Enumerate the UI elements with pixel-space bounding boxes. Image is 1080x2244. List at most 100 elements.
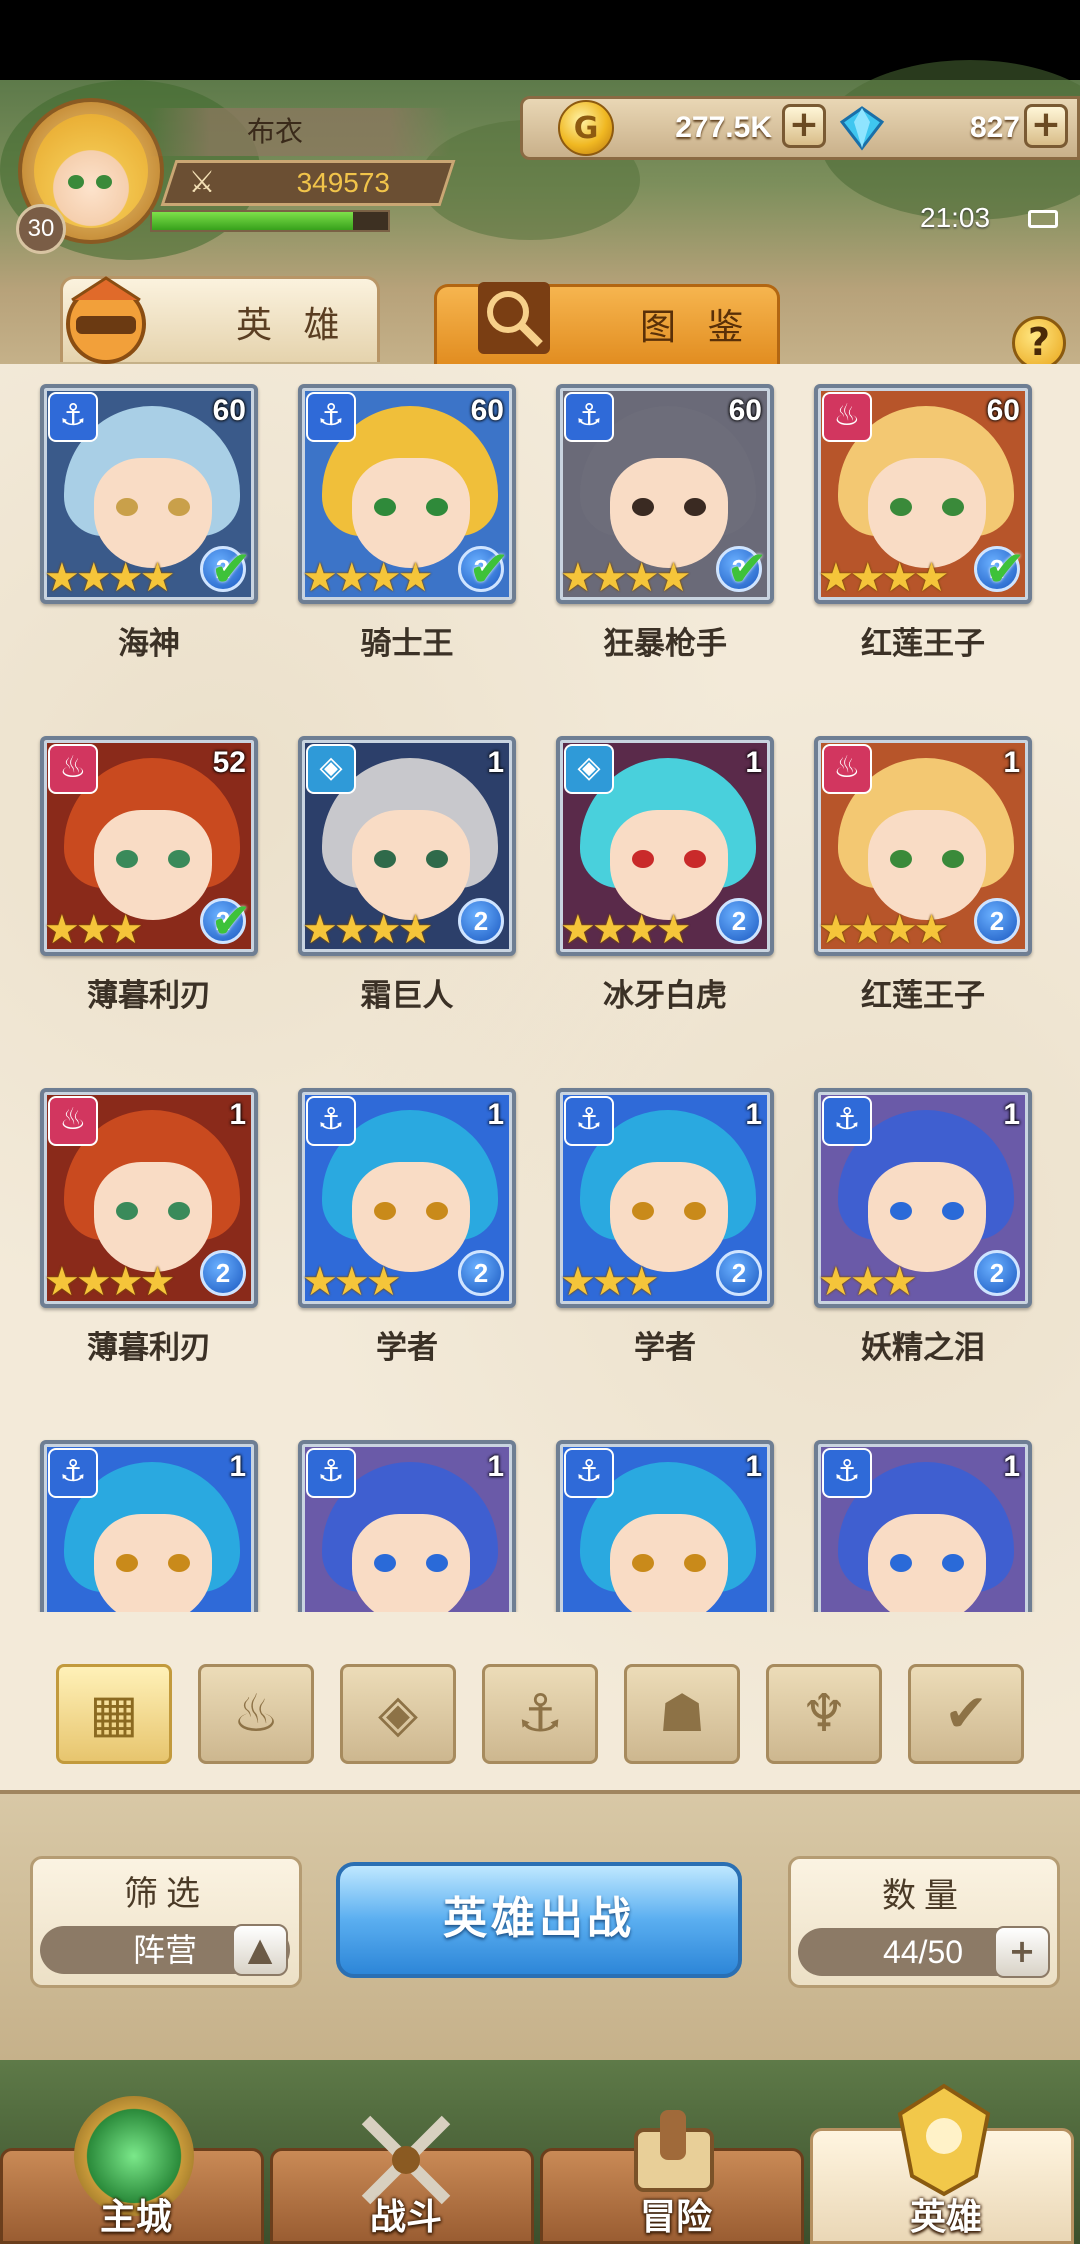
hero-level: 60: [728, 394, 762, 427]
hero-card[interactable]: ⚓ 1: [774, 1428, 1034, 1612]
add-gems-button[interactable]: +: [1024, 104, 1068, 148]
filter-demon-icon[interactable]: ♆: [766, 1664, 882, 1764]
hero-name: 冰牙白虎: [603, 978, 727, 1014]
combat-power-value: 349573: [296, 167, 390, 198]
star-rating: ★★★★: [302, 555, 433, 601]
hero-portrait-frame: ♨ 60 ★★★★ 2 ✔: [814, 384, 1032, 604]
hero-portrait-frame: ⚓ 1 ★★★ 2: [814, 1088, 1032, 1308]
hero-card[interactable]: ⚓ 60 ★★★★ 2 ✔ 海神: [0, 372, 260, 722]
rank-badge: 2: [974, 898, 1020, 944]
faction-flame-icon: ♨: [48, 1096, 98, 1146]
hero-name: 红莲王子: [861, 626, 985, 662]
player-level-badge: 30: [16, 204, 66, 254]
faction-anchor-icon: ⚓: [822, 1448, 872, 1498]
hero-card[interactable]: ◈ 1 ★★★★ 2 冰牙白虎: [516, 724, 776, 1074]
filter-wing-icon[interactable]: ✔: [908, 1664, 1024, 1764]
help-button[interactable]: ?: [1012, 316, 1066, 370]
filter-crystal-icon[interactable]: ◈: [340, 1664, 456, 1764]
hero-level: 60: [986, 394, 1020, 427]
hero-card[interactable]: ⚓ 60 ★★★★ 3 ✔ 狂暴枪手: [516, 372, 776, 722]
hero-card[interactable]: ⚓ 1 ★★★ 2 学者: [258, 1076, 518, 1426]
hero-card[interactable]: ♨ 1 ★★★★ 2 红莲王子: [774, 724, 1034, 1074]
deployed-check-icon: ✔: [210, 540, 252, 598]
hero-portrait-frame: ⚓ 1: [814, 1440, 1032, 1612]
gem-value: 827: [969, 111, 1020, 144]
exp-bar: [150, 210, 390, 232]
hero-card[interactable]: ⚓ 1 ★★★ 2 妖精之泪: [774, 1076, 1034, 1426]
hero-name: 薄暮利刃: [87, 978, 211, 1014]
hero-name: 海神: [118, 626, 180, 662]
star-rating: ★★★★: [44, 1259, 175, 1305]
hero-level: 60: [470, 394, 504, 427]
filter-beast-icon[interactable]: ☗: [624, 1664, 740, 1764]
rank-badge: 2: [974, 1250, 1020, 1296]
hero-level: 60: [212, 394, 246, 427]
hero-portrait-frame: ♨ 1 ★★★★ 2: [814, 736, 1032, 956]
hero-name: 学者: [376, 1330, 438, 1366]
hero-card[interactable]: ⚓ 1: [258, 1428, 518, 1612]
hero-portrait-frame: ♨ 52 ★★★ 2 ✔: [40, 736, 258, 956]
hero-level: 1: [487, 1450, 504, 1483]
filter-title: 筛选: [124, 1874, 208, 1914]
faction-anchor-icon: ⚓: [48, 392, 98, 442]
hero-card[interactable]: ♨ 52 ★★★ 2 ✔ 薄暮利刃: [0, 724, 260, 1074]
deploy-heroes-button[interactable]: 英雄出战: [336, 1862, 742, 1978]
hero-portrait-frame: ⚓ 1: [556, 1440, 774, 1612]
star-rating: ★★★: [44, 907, 144, 953]
filter-flame-icon[interactable]: ♨: [198, 1664, 314, 1764]
rank-badge: 2: [200, 1250, 246, 1296]
nav-label-heroes: 英雄: [909, 2197, 982, 2238]
star-rating: ★★★: [560, 1259, 660, 1305]
exp-bar-fill: [152, 212, 353, 230]
star-rating: ★★★★: [560, 555, 691, 601]
rank-badge: 2: [716, 898, 762, 944]
hero-portrait-frame: ⚓ 1 ★★★ 2: [298, 1088, 516, 1308]
filter-anchor-icon[interactable]: ⚓: [482, 1664, 598, 1764]
hero-card[interactable]: ⚓ 1 ★★★ 2 学者: [516, 1076, 776, 1426]
hero-level: 1: [487, 1098, 504, 1131]
star-rating: ★★★★: [818, 555, 949, 601]
faction-anchor-icon: ⚓: [306, 1448, 356, 1498]
filter-grid-icon[interactable]: ▦: [56, 1664, 172, 1764]
player-name: 布衣: [246, 115, 303, 148]
nav-label-city: 主城: [99, 2197, 172, 2238]
deployed-check-icon: ✔: [210, 892, 252, 950]
faction-anchor-icon: ⚓: [306, 1096, 356, 1146]
hero-level: 1: [1003, 1098, 1020, 1131]
star-rating: ★★★★: [560, 907, 691, 953]
magnifier-icon: [478, 282, 550, 354]
hero-grid: ⚓ 60 ★★★★ 2 ✔ 海神 ⚓ 60 ★★★★ 3 ✔ 骑士王 ⚓ 60 …: [0, 372, 1080, 1612]
hero-name: 妖精之泪: [861, 1330, 985, 1366]
helmet-icon: [66, 276, 146, 364]
hero-card[interactable]: ⚓ 60 ★★★★ 3 ✔ 骑士王: [258, 372, 518, 722]
star-rating: ★★★★: [818, 907, 949, 953]
hero-level: 1: [745, 1450, 762, 1483]
hero-name: 狂暴枪手: [603, 626, 727, 662]
hero-crest-icon: [884, 2080, 1004, 2200]
expand-capacity-button[interactable]: +: [994, 1926, 1050, 1978]
faction-anchor-icon: ⚓: [822, 1096, 872, 1146]
rank-badge: 2: [458, 898, 504, 944]
crossed-swords-icon: ⚔: [188, 165, 216, 200]
faction-flame-icon: ♨: [822, 392, 872, 442]
hero-card[interactable]: ♨ 1 ★★★★ 2 薄暮利刃: [0, 1076, 260, 1426]
hero-portrait-frame: ♨ 1 ★★★★ 2: [40, 1088, 258, 1308]
star-rating: ★★★★: [44, 555, 175, 601]
deployed-check-icon: ✔: [984, 540, 1026, 598]
hero-portrait-frame: ◈ 1 ★★★★ 2: [298, 736, 516, 956]
chevron-up-icon[interactable]: ▲: [232, 1924, 288, 1976]
hero-portrait-frame: ⚓ 1: [298, 1440, 516, 1612]
hero-card[interactable]: ♨ 60 ★★★★ 2 ✔ 红莲王子: [774, 372, 1034, 722]
gold-coin-icon: G: [558, 100, 614, 156]
add-gold-button[interactable]: +: [782, 104, 826, 148]
hero-card[interactable]: ◈ 1 ★★★★ 2 霜巨人: [258, 724, 518, 1074]
hero-card[interactable]: ⚓ 1: [516, 1428, 776, 1612]
faction-anchor-icon: ⚓: [48, 1448, 98, 1498]
star-rating: ★★★: [818, 1259, 918, 1305]
hero-name: 薄暮利刃: [87, 1330, 211, 1366]
clock-time: 21:03: [920, 202, 991, 233]
hero-level: 1: [745, 746, 762, 779]
tab-heroes-label: 英 雄: [236, 305, 350, 346]
hero-card[interactable]: ⚓ 1: [0, 1428, 260, 1612]
faction-anchor-icon: ⚓: [564, 392, 614, 442]
